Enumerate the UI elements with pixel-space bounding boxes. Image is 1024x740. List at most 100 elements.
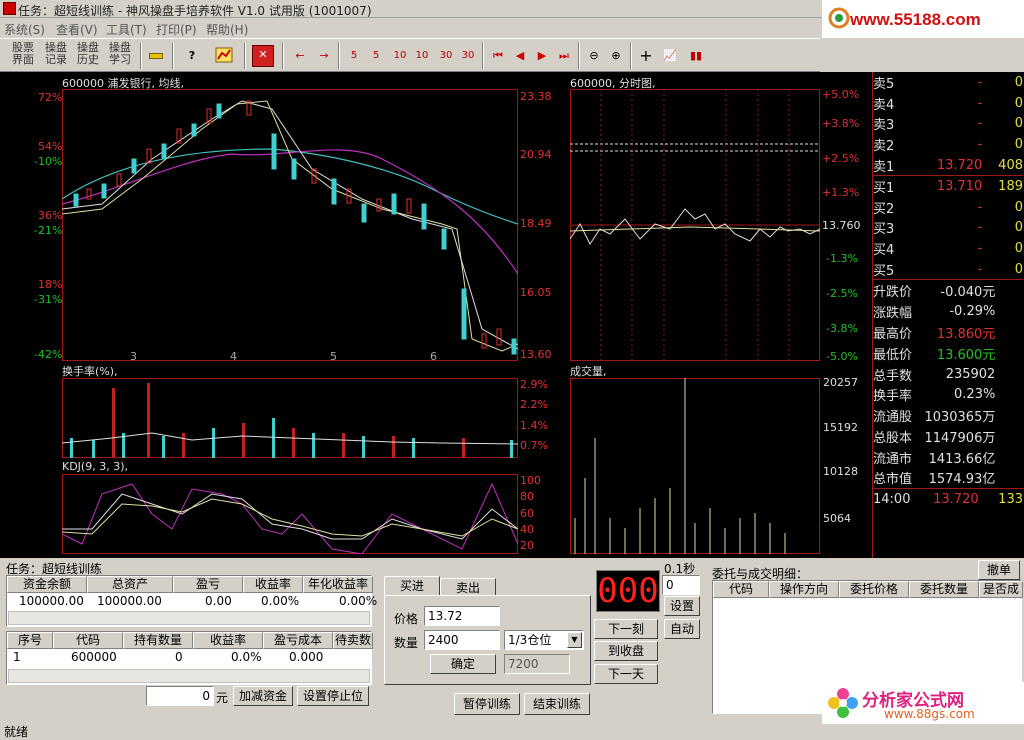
period-5-right-icon[interactable]: 5 (366, 47, 386, 65)
trade-history-button[interactable]: 操盘 历史 (73, 42, 103, 70)
chart-icon[interactable] (214, 47, 234, 65)
end-training-button[interactable]: 结束训练 (524, 693, 590, 715)
volume-scale-2: 15192 (823, 421, 858, 434)
pause-training-button[interactable]: 暂停训练 (454, 693, 520, 715)
menu-view[interactable]: 查看(V) (56, 21, 98, 38)
col-qty[interactable]: 持有数量 (123, 632, 193, 649)
last-icon[interactable]: ⏭ (554, 47, 574, 65)
bar-chart-icon[interactable]: ▮▮ (686, 47, 706, 65)
cancel-order-button[interactable]: 撤单 (978, 560, 1020, 580)
account-scrollbar[interactable] (8, 611, 370, 625)
holdings-table: 序号 代码 持有数量 收益率 盈亏成本 待卖数 1 600000 0 0.0% … (6, 631, 373, 685)
stat-value: 1147906万 (924, 430, 996, 446)
crosshair-icon[interactable]: + (636, 47, 656, 65)
stock-ui-button[interactable]: 股票 界面 (8, 42, 38, 70)
col-filled[interactable]: 是否成 (979, 581, 1023, 598)
account-table: 资金余额 总资产 盈亏 收益率 年化收益率 100000.00 100000.0… (6, 575, 377, 627)
minimize-chart-icon[interactable] (146, 47, 166, 65)
ask1-vol: 408 (998, 157, 1023, 173)
col-return[interactable]: 收益率 (243, 576, 303, 593)
arrow-left-icon[interactable]: ← (290, 47, 310, 65)
trade-record-button[interactable]: 操盘 记录 (41, 42, 71, 70)
bid2-price: - (977, 199, 983, 215)
auto-button[interactable]: 自动 (664, 619, 700, 639)
zoom-out-icon[interactable]: ⊖ (584, 47, 604, 65)
qty-input[interactable]: 2400 (424, 630, 500, 650)
brand-logo: www.55188.com (822, 0, 1024, 38)
line-chart-icon[interactable]: 📈 (660, 47, 680, 65)
first-icon[interactable]: ⏮ (488, 47, 508, 65)
close-chart-icon[interactable]: ✕ (252, 45, 274, 67)
sec-input[interactable]: 0 (662, 575, 700, 595)
qty-label: 数量 (394, 636, 419, 650)
set-button[interactable]: 设置 (664, 596, 700, 616)
play-icon[interactable]: ▶ (532, 47, 552, 65)
help-icon[interactable]: ? (182, 47, 202, 65)
menu-help[interactable]: 帮助(H) (206, 21, 248, 38)
next-tick-button[interactable]: 下一刻 (594, 619, 658, 639)
kline-price-5: 13.60 (520, 348, 552, 361)
period-5-left-icon[interactable]: 5 (344, 47, 364, 65)
arrow-right-icon[interactable]: → (314, 47, 334, 65)
chevron-down-icon[interactable]: ▼ (567, 632, 582, 648)
period-30-right-icon[interactable]: 30 (458, 47, 478, 65)
kline-chg-3: -31% (34, 293, 63, 306)
col-return[interactable]: 收益率 (193, 632, 263, 649)
next-day-button[interactable]: 下一天 (594, 664, 658, 684)
kdj-scale-3: 60 (520, 507, 534, 520)
seq-value: 1 (13, 650, 21, 664)
turnover-title: 换手率(%), (62, 365, 118, 378)
kline-price-2: 20.94 (520, 148, 552, 161)
position-select[interactable]: 1/3仓位 ▼ (504, 630, 584, 650)
menu-system[interactable]: 系统(S) (4, 21, 45, 38)
brand-url: www.88gs.com (884, 707, 975, 721)
add-funds-button[interactable]: 加减资金 (233, 686, 293, 706)
col-code[interactable]: 代码 (713, 581, 769, 598)
swirl-icon (828, 7, 850, 29)
tab-sell[interactable]: 卖出 (440, 578, 496, 596)
col-code[interactable]: 代码 (53, 632, 123, 649)
balance-value: 100000.00 (19, 594, 84, 608)
bid5-price: - (977, 261, 983, 277)
menu-print[interactable]: 打印(P) (156, 21, 197, 38)
tab-buy[interactable]: 买进 (384, 576, 440, 596)
col-cost[interactable]: 盈亏成本 (263, 632, 333, 649)
col-pending[interactable]: 待卖数 (333, 632, 373, 649)
col-direction[interactable]: 操作方向 (769, 581, 839, 598)
to-close-button[interactable]: 到收盘 (594, 641, 658, 661)
stat-label: 总股本 (873, 430, 913, 446)
stat-value: -0.040元 (940, 285, 996, 301)
logo-url: www.55188.com (850, 10, 981, 29)
confirm-button[interactable]: 确定 (430, 654, 496, 674)
price-label: 价格 (394, 612, 419, 626)
bid5-label: 买5 (873, 263, 895, 279)
toolbar: 股票 界面 操盘 记录 操盘 历史 操盘 学习 ? ✕ ← → 5 5 10 10 30… (0, 38, 820, 72)
bid1-label: 买1 (873, 181, 895, 197)
funds-input[interactable]: 0 (146, 686, 214, 706)
col-order-qty[interactable]: 委托数量 (909, 581, 979, 598)
trade-learn-button[interactable]: 操盘 学习 (105, 42, 135, 70)
tick-price: 13.720 (933, 491, 979, 507)
col-pnl[interactable]: 盈亏 (173, 576, 243, 593)
set-stop-button[interactable]: 设置停止位 (297, 686, 369, 706)
turnover-scale-1: 2.9% (520, 378, 548, 391)
zoom-in-icon[interactable]: ⊕ (606, 47, 626, 65)
stat-label: 换手率 (873, 389, 913, 405)
total-value: 100000.00 (97, 594, 162, 608)
period-30-left-icon[interactable]: 30 (436, 47, 456, 65)
stat-value: 0.23% (954, 387, 996, 403)
period-10-left-icon[interactable]: 10 (390, 47, 410, 65)
menu-tools[interactable]: 工具(T) (106, 21, 147, 38)
prev-icon[interactable]: ◀ (510, 47, 530, 65)
period-10-right-icon[interactable]: 10 (412, 47, 432, 65)
price-input[interactable]: 13.72 (424, 606, 500, 626)
col-balance[interactable]: 资金余额 (7, 576, 87, 593)
holdings-scrollbar[interactable] (8, 669, 370, 683)
col-total[interactable]: 总资产 (87, 576, 173, 593)
col-order-price[interactable]: 委托价格 (839, 581, 909, 598)
kline-price-1: 23.38 (520, 90, 552, 103)
timer-display: 000 (596, 570, 660, 612)
col-annual[interactable]: 年化收益率 (303, 576, 373, 593)
col-seq[interactable]: 序号 (7, 632, 53, 649)
kdj-lines (62, 482, 518, 554)
